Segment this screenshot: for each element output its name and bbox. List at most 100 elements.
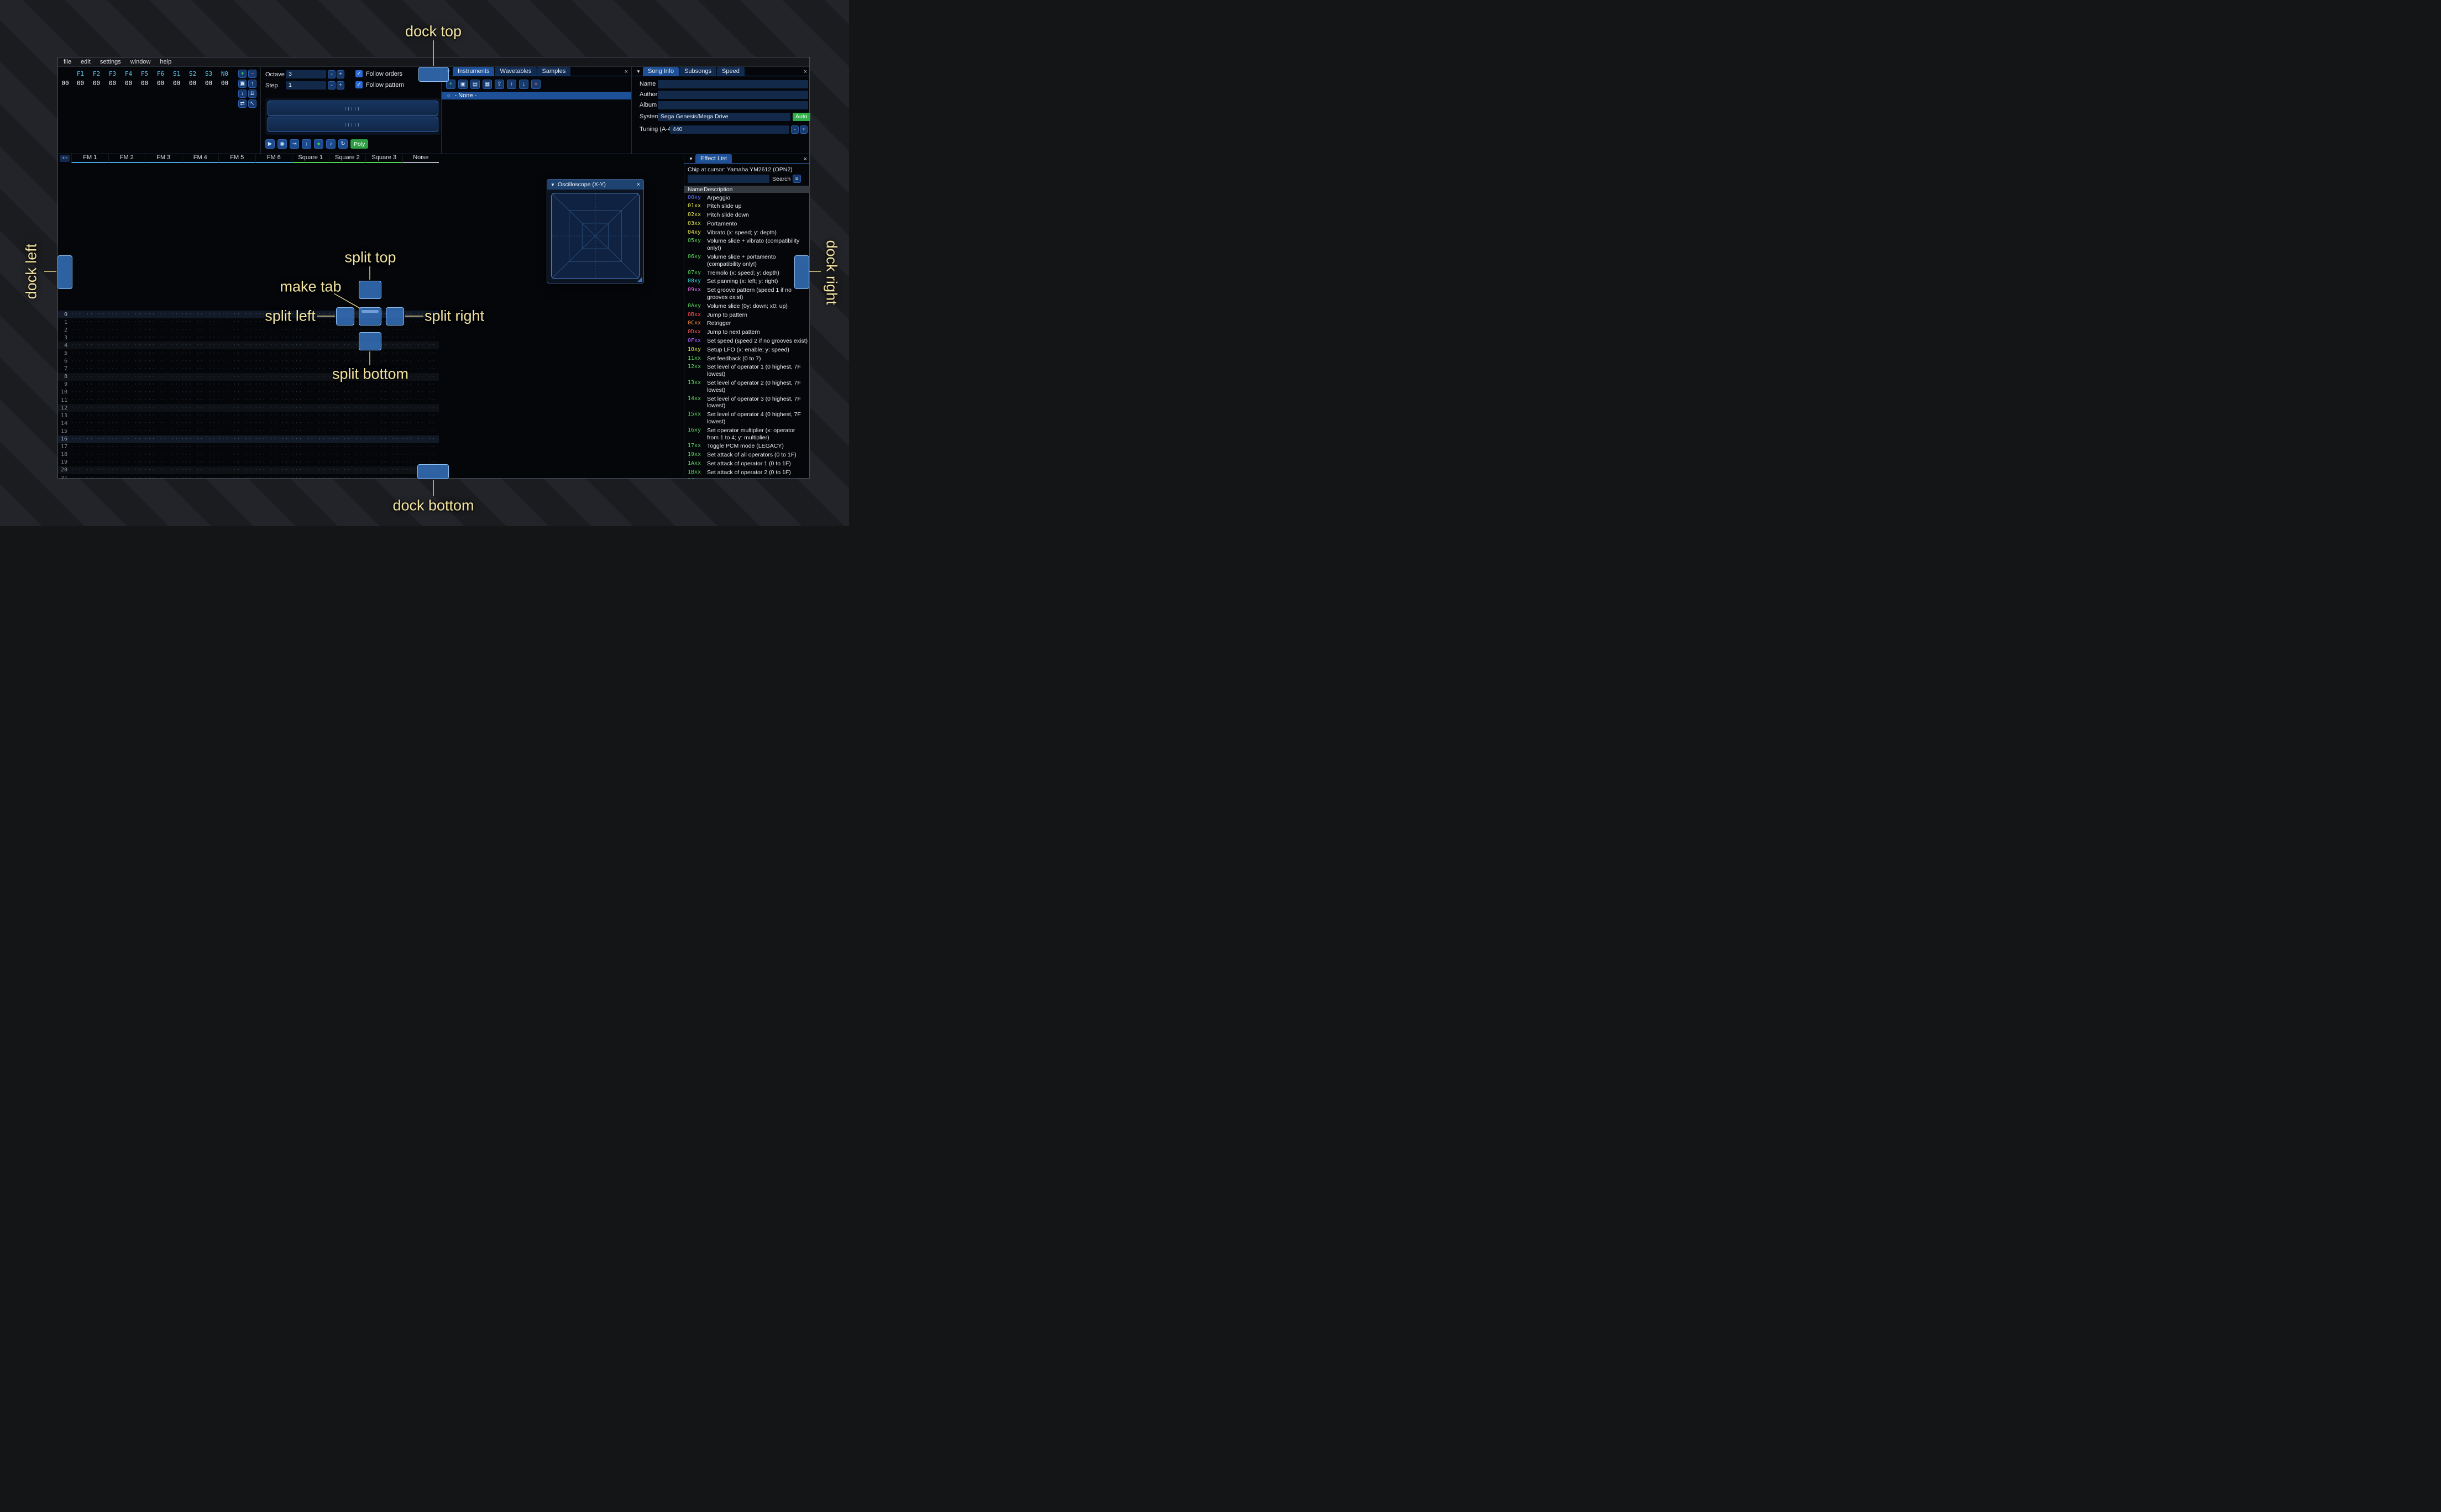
effect-row[interactable]: 1Bxx Set attack of operator 2 (0 to 1F) [684,468,810,477]
instrument-list-item-none[interactable]: ○ - None - [442,92,631,99]
pattern-cell[interactable]: ··· ·· ·· ···· [325,413,362,418]
save-instrument-button[interactable]: ▦ [483,80,492,89]
pattern-cell[interactable]: ··· ·· ·· ···· [252,359,289,364]
metronome-button[interactable]: ♪ [326,139,336,149]
pattern-cell[interactable]: ··· ·· ·· ···· [288,335,325,340]
effect-row[interactable]: 00xy Arpeggio [684,193,810,202]
system-select[interactable]: Sega Genesis/Mega Drive [658,113,790,121]
pattern-cell[interactable]: ··· ·· ·· ···· [362,460,399,465]
pattern-cell[interactable]: ··· ·· ·· ···· [67,359,104,364]
pattern-cell[interactable]: ··· ·· ·· ···· [362,444,399,450]
play-button[interactable]: ▶ [265,139,275,149]
order-value[interactable]: 00 [137,80,153,87]
pattern-cell[interactable]: ··· ·· ·· ···· [141,335,178,340]
pattern-row[interactable]: 10 ··· ·· · · ·· ·· · ·· · · · · ··· ·· · · ·· ·· … [58,389,439,396]
move-order-up-button[interactable]: ↑ [248,80,256,88]
move-order-down-button[interactable]: ↓ [238,90,247,98]
toggle-folders-button[interactable]: ⇪ [495,80,504,89]
pattern-cell[interactable]: ··· ·· ·· ···· [67,428,104,434]
pattern-cell[interactable]: ··· ·· ·· ···· [104,374,142,380]
pattern-cell[interactable]: ··· ·· ·· ···· [362,428,399,434]
pattern-cell[interactable]: ··· ·· ·· ···· [141,327,178,333]
pattern-cell[interactable]: ··· ·· ·· ···· [252,351,289,356]
pattern-cell[interactable]: ··· ·· ·· ···· [252,405,289,411]
pattern-cell[interactable]: ··· ·· ·· ···· [362,413,399,418]
pattern-cell[interactable]: ··· ·· ·· ···· [214,319,252,325]
pattern-cell[interactable]: ··· ·· ·· ···· [214,351,252,356]
pattern-cell[interactable]: ··· ·· ·· ···· [325,382,362,387]
close-icon[interactable]: × [625,69,628,75]
pattern-row[interactable]: 0 ··· ·· · · ·· ·· · ·· · · · · ··· ·· · · ·· ·· ·… [58,311,439,319]
pattern-cell[interactable]: ··· ·· ·· ···· [67,397,104,403]
pattern-cell[interactable]: ··· ·· ·· ···· [252,460,289,465]
pattern-cell[interactable]: ··· ·· ·· ···· [141,405,178,411]
pattern-row[interactable]: 2 ··· ·· · · ·· ·· · ·· · · · · ··· ·· · · ·· ·· ·… [58,326,439,334]
channel-header[interactable]: Square 3 [365,154,402,163]
pattern-row[interactable]: 21 ··· ·· · · ·· ·· · ·· · · · · ··· ·· · · ·· ·· … [58,474,439,479]
pattern-cell[interactable]: ··· ·· ·· ···· [178,343,215,348]
pattern-cell[interactable]: ··· ·· ·· ···· [178,359,215,364]
order-value[interactable]: 00 [185,80,201,87]
pattern-cell[interactable]: ··· ·· ·· ···· [362,335,399,340]
pattern-cell[interactable]: ··· ·· ·· ···· [399,319,436,325]
step-one-row-button[interactable]: ↓ [302,139,311,149]
pattern-cell[interactable]: ··· ·· ·· ···· [104,335,142,340]
effect-row[interactable]: 16xy Set operator multiplier (x: operato… [684,426,810,442]
octave-decrement-button[interactable]: - [328,70,336,78]
pattern-cell[interactable]: ··· ·· ·· ···· [288,319,325,325]
pattern-cell[interactable]: ··· ·· ·· ···· [399,359,436,364]
pattern-cell[interactable]: ··· ·· ·· ···· [214,390,252,395]
pattern-row[interactable]: 6 ··· ·· · · ·· ·· · ·· · · · · ··· ·· · · ·· ·· ·… [58,358,439,365]
add-instrument-button[interactable]: + [446,80,455,89]
pattern-cell[interactable]: ··· ·· ·· ···· [178,312,215,317]
close-icon[interactable]: × [637,181,640,188]
order-value[interactable]: 00 [201,80,217,87]
pattern-cell[interactable]: ··· ·· ·· ···· [104,468,142,473]
pattern-cell[interactable]: ··· ·· ·· ···· [399,460,436,465]
pattern-cell[interactable]: ··· ·· ·· ···· [399,405,436,411]
pattern-cell[interactable]: ··· ·· ·· ···· [288,475,325,479]
effect-row[interactable]: 13xx Set level of operator 2 (0 highest,… [684,379,810,395]
pattern-cell[interactable]: ··· ·· ·· ···· [399,452,436,458]
pattern-cell[interactable]: ··· ·· ·· ···· [325,327,362,333]
pattern-cell[interactable]: ··· ·· ·· ···· [67,312,104,317]
menu-item[interactable]: window [130,59,151,65]
pattern-cell[interactable]: ··· ·· ·· ···· [288,452,325,458]
pattern-cell[interactable]: ··· ·· ·· ···· [399,444,436,450]
octave-increment-button[interactable]: + [337,70,344,78]
pattern-cell[interactable]: ··· ·· ·· ···· [67,413,104,418]
channel-header[interactable]: FM 2 [108,154,145,163]
pattern-cell[interactable]: ··· ·· ·· ···· [214,343,252,348]
pattern-cell[interactable]: ··· ·· ·· ···· [325,343,362,348]
tab-instruments[interactable]: Instruments [453,67,495,76]
hamburger-menu-button[interactable]: ≡ [793,175,801,183]
pattern-cell[interactable]: ··· ·· ·· ···· [178,475,215,479]
pattern-cell[interactable]: ··· ·· ·· ···· [325,397,362,403]
play-pattern-button[interactable]: ⇥ [290,139,299,149]
channel-header[interactable]: Square 2 [328,154,365,163]
pattern-cell[interactable]: ··· ·· ·· ···· [214,413,252,418]
pattern-cell[interactable]: ··· ·· ·· ···· [288,390,325,395]
pattern-cell[interactable]: ··· ·· ·· ···· [252,327,289,333]
play-from-cursor-button[interactable]: ◉ [277,139,287,149]
effect-row[interactable]: 02xx Pitch slide down [684,211,810,220]
pattern-row[interactable]: 1 ··· ·· · · ·· ·· · ·· · · · · ··· ·· · · ·· ·· ·… [58,318,439,326]
pattern-cell[interactable]: ··· ·· ·· ···· [325,405,362,411]
effect-row[interactable]: 03xx Portamento [684,219,810,228]
pattern-cell[interactable]: ··· ·· ·· ···· [362,390,399,395]
pattern-cell[interactable]: ··· ·· ·· ···· [288,397,325,403]
pattern-cell[interactable]: ··· ·· ·· ···· [252,421,289,426]
pattern-cell[interactable]: ··· ·· ·· ···· [104,460,142,465]
pattern-cell[interactable]: ··· ·· ·· ···· [252,382,289,387]
pattern-cell[interactable]: ··· ·· ·· ···· [325,421,362,426]
pattern-cell[interactable]: ··· ·· ·· ···· [325,351,362,356]
pattern-cell[interactable]: ··· ·· ·· ···· [141,428,178,434]
pattern-row[interactable]: 5 ··· ·· · · ·· ·· · ·· · · · · ··· ·· · · ·· ·· ·… [58,349,439,357]
pattern-cell[interactable]: ··· ·· ·· ···· [178,382,215,387]
order-value[interactable]: 00 [104,80,121,87]
collapse-arrow-icon[interactable]: ▼ [551,182,555,187]
oscilloscope-titlebar[interactable]: ▼ Oscilloscope (X-Y) × [547,180,643,190]
pattern-cell[interactable]: ··· ·· ·· ···· [178,366,215,372]
pattern-cell[interactable]: ··· ·· ·· ···· [252,319,289,325]
delete-instrument-button[interactable]: × [531,80,541,89]
